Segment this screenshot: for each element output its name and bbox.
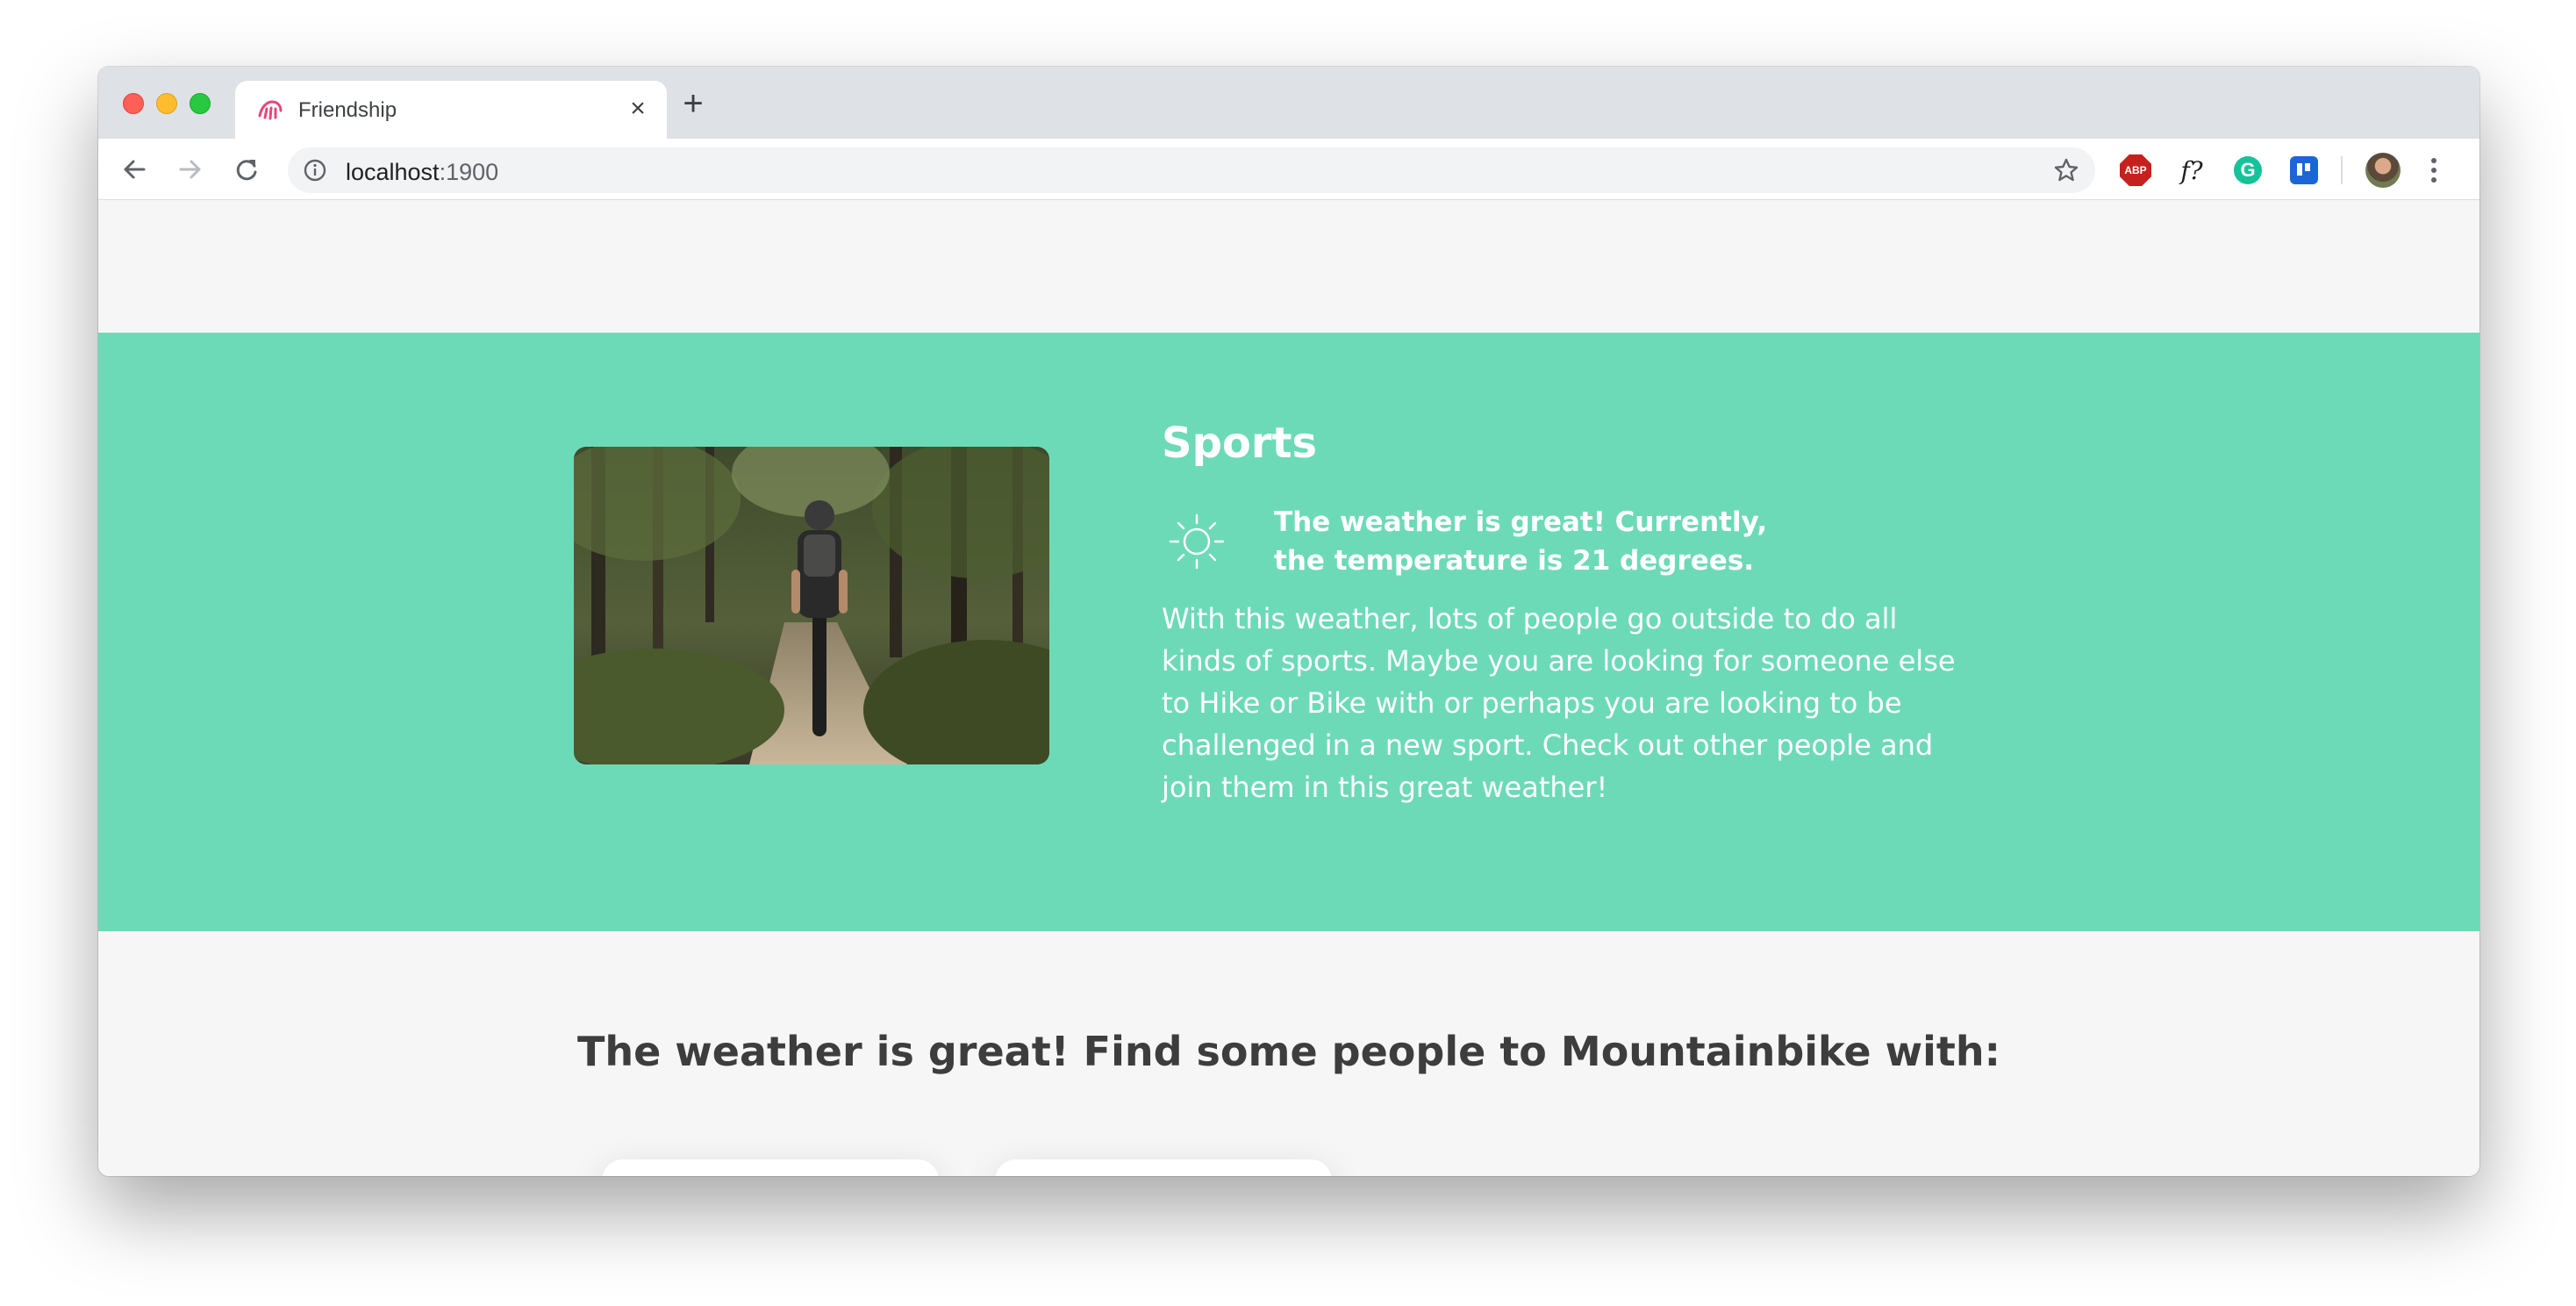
page-viewport: Sports The weather is great! Currently, … — [98, 201, 2479, 1176]
tab-title: Friendship — [298, 98, 397, 122]
url-port: :1900 — [439, 159, 499, 185]
maximize-window-button[interactable] — [190, 93, 211, 114]
browser-window: Friendship × + localhost:1900 ABP f? G S… — [98, 67, 2479, 1176]
toolbar-divider — [2341, 156, 2343, 184]
forward-button[interactable] — [172, 151, 209, 188]
person-card[interactable] — [995, 1159, 1332, 1176]
sun-icon — [1169, 513, 1225, 570]
browser-toolbar: localhost:1900 ABP f? G — [98, 139, 2479, 200]
people-heading: The weather is great! Find some people t… — [576, 1028, 2001, 1075]
kebab-menu-icon[interactable] — [2425, 154, 2443, 186]
reload-icon — [236, 160, 257, 181]
board-icon — [2297, 163, 2310, 176]
grammarly-extension-icon[interactable]: G — [2234, 156, 2262, 184]
arrow-right-icon — [179, 160, 201, 179]
url-host: localhost — [346, 159, 440, 185]
profile-avatar[interactable] — [2365, 153, 2401, 188]
close-tab-icon[interactable]: × — [625, 96, 651, 123]
new-tab-button[interactable]: + — [674, 86, 712, 125]
person-photo — [602, 1159, 939, 1176]
weather-summary: The weather is great! Currently, the tem… — [1274, 506, 1768, 577]
adblock-extension-icon[interactable]: ABP — [2120, 154, 2151, 186]
section-description: With this weather, lots of people go out… — [1162, 602, 1956, 804]
info-icon[interactable] — [304, 159, 326, 182]
close-window-button[interactable] — [123, 93, 144, 114]
url-text[interactable]: localhost:1900 — [346, 159, 498, 186]
mountainbike-photo — [574, 447, 1049, 764]
hands-icon — [258, 100, 283, 120]
bookmark-star-icon[interactable] — [2053, 157, 2079, 183]
section-title: Sports — [1162, 419, 1318, 468]
font-extension-icon[interactable]: f? — [2176, 154, 2207, 186]
arrow-left-icon — [124, 160, 146, 179]
back-button[interactable] — [116, 151, 153, 188]
sports-hero: Sports The weather is great! Currently, … — [98, 333, 2479, 931]
person-avatar-illustration — [995, 1159, 1332, 1176]
minimize-window-button[interactable] — [156, 93, 177, 114]
person-card[interactable] — [602, 1159, 939, 1176]
tab-strip: Friendship × + — [98, 67, 2479, 139]
reload-button[interactable] — [228, 151, 265, 188]
trello-extension-icon[interactable] — [2290, 156, 2318, 184]
address-bar[interactable]: localhost:1900 — [288, 147, 2095, 193]
tab-friendship[interactable]: Friendship × — [235, 81, 667, 139]
